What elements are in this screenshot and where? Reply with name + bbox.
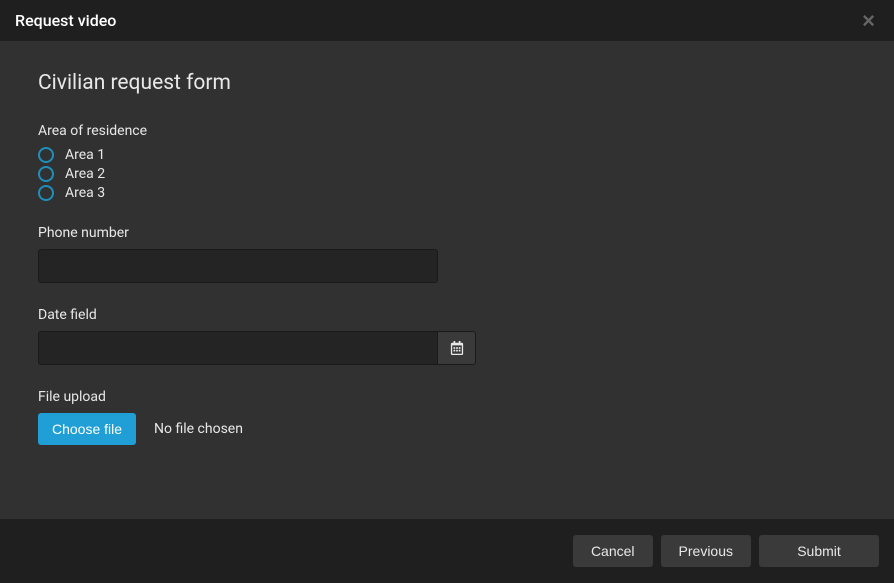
- file-row: Choose file No file chosen: [38, 413, 856, 445]
- close-button[interactable]: ×: [858, 10, 879, 32]
- area-radio-3[interactable]: Area 3: [38, 185, 856, 201]
- file-label: File upload: [38, 389, 856, 405]
- previous-button[interactable]: Previous: [661, 535, 751, 567]
- area-radio-group: Area 1 Area 2 Area 3: [38, 147, 856, 201]
- date-input[interactable]: [38, 331, 438, 365]
- calendar-icon: [450, 341, 464, 355]
- choose-file-button[interactable]: Choose file: [38, 413, 136, 445]
- radio-icon: [38, 185, 54, 201]
- radio-icon: [38, 166, 54, 182]
- phone-label: Phone number: [38, 225, 856, 241]
- modal-title: Request video: [15, 11, 116, 30]
- form-title: Civilian request form: [38, 71, 856, 95]
- request-video-modal: Request video × Civilian request form Ar…: [0, 0, 894, 583]
- date-label: Date field: [38, 307, 856, 323]
- radio-label: Area 3: [65, 185, 105, 201]
- modal-footer: Cancel Previous Submit: [0, 519, 894, 583]
- phone-number-group: Phone number: [38, 225, 856, 283]
- area-of-residence-group: Area of residence Area 1 Area 2 Area 3: [38, 123, 856, 201]
- date-field-group: Date field: [38, 307, 856, 365]
- modal-body: Civilian request form Area of residence …: [0, 41, 894, 519]
- area-radio-1[interactable]: Area 1: [38, 147, 856, 163]
- area-radio-2[interactable]: Area 2: [38, 166, 856, 182]
- date-input-group: [38, 331, 476, 365]
- file-upload-group: File upload Choose file No file chosen: [38, 389, 856, 445]
- date-picker-button[interactable]: [438, 331, 476, 365]
- file-status: No file chosen: [154, 421, 243, 437]
- modal-header: Request video ×: [0, 0, 894, 41]
- submit-button[interactable]: Submit: [759, 535, 879, 567]
- cancel-button[interactable]: Cancel: [573, 535, 653, 567]
- radio-label: Area 2: [65, 166, 105, 182]
- radio-label: Area 1: [65, 147, 105, 163]
- area-label: Area of residence: [38, 123, 856, 139]
- radio-icon: [38, 147, 54, 163]
- phone-input[interactable]: [38, 249, 438, 283]
- close-icon: ×: [862, 8, 875, 33]
